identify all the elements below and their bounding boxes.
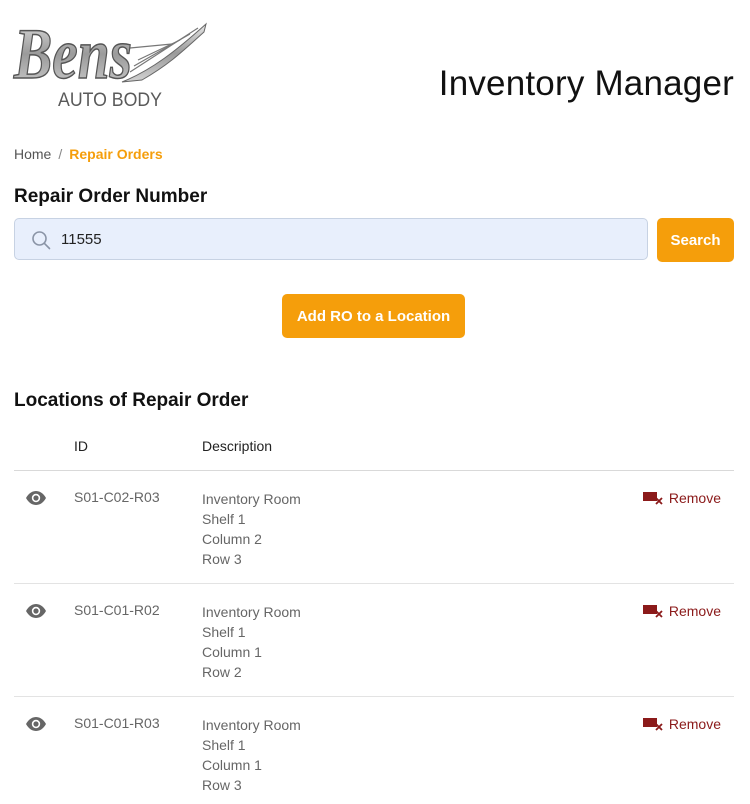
description-line: Inventory Room [202, 491, 301, 507]
description-line: Shelf 1 [202, 511, 246, 527]
remove-label: Remove [668, 490, 721, 506]
page: Bens AUTO BODY Inventory Manager Home / … [0, 0, 750, 804]
remove-location-icon [642, 492, 663, 505]
description-line: Column 1 [202, 644, 262, 660]
description-line: Inventory Room [202, 604, 301, 620]
search-button[interactable]: Search [657, 218, 734, 262]
remove-location-icon [642, 718, 663, 731]
description-line: Shelf 1 [202, 737, 246, 753]
add-ro-to-location-button[interactable]: Add RO to a Location [282, 294, 465, 338]
description-line: Row 3 [202, 777, 242, 793]
location-description: Inventory Room Shelf 1 Column 1 Row 3 [202, 715, 301, 795]
table-header: ID Description [14, 428, 734, 471]
logo-brand-text: Bens [13, 14, 132, 94]
column-header-description: Description [202, 438, 273, 454]
table-row: S01-C02-R03 Inventory Room Shelf 1 Colum… [14, 471, 734, 584]
description-line: Row 2 [202, 664, 242, 680]
remove-button[interactable]: Remove [642, 603, 721, 619]
table-row: S01-C01-R02 Inventory Room Shelf 1 Colum… [14, 584, 734, 697]
column-header-id: ID [74, 438, 88, 454]
description-line: Shelf 1 [202, 624, 246, 640]
description-line: Column 2 [202, 531, 262, 547]
breadcrumb-home-link[interactable]: Home [14, 146, 51, 162]
remove-button[interactable]: Remove [642, 490, 721, 506]
description-line: Inventory Room [202, 717, 301, 733]
location-description: Inventory Room Shelf 1 Column 1 Row 2 [202, 602, 301, 682]
repair-order-search-input[interactable] [61, 219, 631, 259]
search-icon [32, 231, 51, 250]
breadcrumb-separator: / [58, 146, 63, 162]
location-id: S01-C01-R03 [74, 715, 160, 731]
breadcrumb: Home / Repair Orders [14, 146, 163, 162]
locations-table: ID Description S01-C02-R03 Inventory Roo… [14, 428, 734, 804]
location-id: S01-C01-R02 [74, 602, 160, 618]
remove-location-icon [642, 605, 663, 618]
description-line: Column 1 [202, 757, 262, 773]
search-box [14, 218, 648, 260]
eye-icon[interactable] [25, 490, 47, 506]
locations-heading: Locations of Repair Order [14, 390, 249, 411]
eye-icon[interactable] [25, 716, 47, 732]
location-id: S01-C02-R03 [74, 489, 160, 505]
remove-button[interactable]: Remove [642, 716, 721, 732]
remove-label: Remove [668, 603, 721, 619]
location-description: Inventory Room Shelf 1 Column 2 Row 3 [202, 489, 301, 569]
eye-icon[interactable] [25, 603, 47, 619]
repair-order-heading: Repair Order Number [14, 186, 208, 207]
table-row: S01-C01-R03 Inventory Room Shelf 1 Colum… [14, 697, 734, 804]
breadcrumb-current[interactable]: Repair Orders [69, 146, 162, 162]
page-title: Inventory Manager [438, 64, 734, 103]
company-logo: Bens AUTO BODY [12, 13, 207, 111]
remove-label: Remove [668, 716, 721, 732]
description-line: Row 3 [202, 551, 242, 567]
logo-tagline-text: AUTO BODY [58, 90, 162, 111]
